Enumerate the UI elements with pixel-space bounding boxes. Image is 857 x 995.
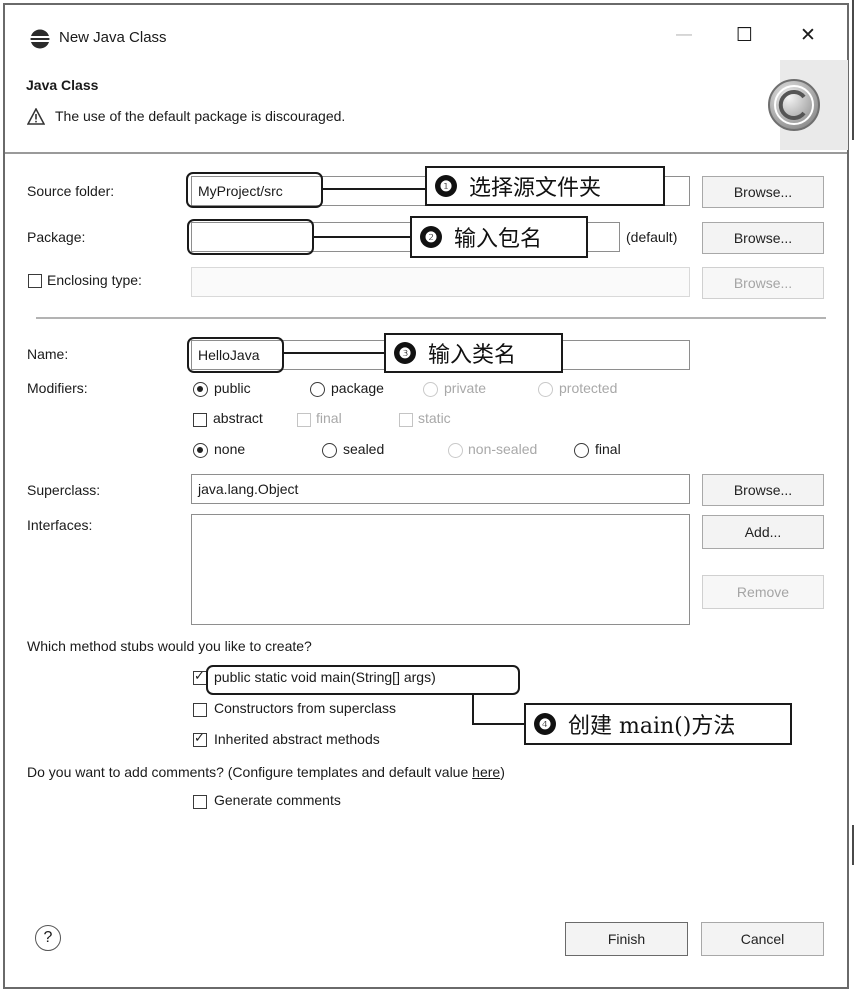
callout-number-2: ❷ [420, 226, 442, 248]
callout-enter-package: ❷ 输入包名 [410, 216, 588, 258]
static-label: static [418, 410, 451, 426]
superclass-value: java.lang.Object [198, 481, 299, 497]
public-label: public [214, 380, 251, 396]
protected-radio[interactable] [538, 382, 553, 397]
superclass-input[interactable]: java.lang.Object [191, 474, 690, 504]
callout-connector-4a [472, 695, 474, 725]
generate-comments-label: Generate comments [214, 792, 341, 808]
main-method-checkbox[interactable] [193, 668, 207, 685]
interfaces-label: Interfaces: [27, 517, 93, 533]
method-stubs-question: Which method stubs would you like to cre… [27, 638, 312, 654]
package-radio-label: package [331, 380, 384, 396]
eclipse-icon [30, 29, 50, 49]
warning-icon [27, 108, 45, 125]
superclass-label: Superclass: [27, 482, 101, 498]
callout-connector-1 [323, 188, 426, 190]
sealed-radio[interactable] [322, 443, 337, 458]
constructors-checkbox[interactable] [193, 703, 207, 717]
callout-number-3: ❸ [394, 342, 416, 364]
source-folder-label: Source folder: [27, 183, 115, 199]
name-highlight [187, 337, 284, 373]
private-label: private [444, 380, 487, 396]
final-checkbox[interactable] [297, 413, 311, 427]
main-method-highlight [206, 665, 520, 695]
non-sealed-radio[interactable] [448, 443, 463, 458]
package-label: Package: [27, 229, 86, 245]
configure-templates-link[interactable]: here [472, 764, 500, 780]
callout-text-1: 选择源文件夹 [469, 176, 602, 201]
page-title: Java Class [26, 77, 99, 93]
header-divider [5, 152, 847, 154]
none-radio[interactable] [193, 443, 208, 458]
callout-text-4: 创建 main()方法 [568, 714, 736, 739]
inherited-methods-label: Inherited abstract methods [214, 731, 380, 747]
callout-text-3: 输入类名 [428, 343, 517, 368]
name-label: Name: [27, 346, 69, 362]
package-radio[interactable] [310, 382, 325, 397]
sealed-label: sealed [343, 441, 385, 457]
cancel-button[interactable]: Cancel [701, 922, 824, 956]
enclosing-type-input[interactable] [191, 267, 690, 297]
inherited-methods-checkbox[interactable] [193, 730, 207, 747]
interfaces-list[interactable] [191, 514, 690, 625]
add-interface-button[interactable]: Add... [702, 515, 824, 549]
package-default-hint: (default) [626, 229, 678, 245]
finish-button[interactable]: Finish [565, 922, 688, 956]
callout-select-source-folder: ❶ 选择源文件夹 [425, 166, 665, 206]
section-divider [36, 317, 826, 319]
package-highlight [187, 219, 314, 255]
warning-message: The use of the default package is discou… [55, 108, 346, 124]
remove-interface-button[interactable]: Remove [702, 575, 824, 609]
package-browse-button[interactable]: Browse... [702, 222, 824, 254]
comments-question: Do you want to add comments? (Configure … [27, 764, 505, 780]
protected-label: protected [559, 380, 618, 396]
callout-number-4: ❹ [534, 713, 556, 735]
close-button[interactable]: ✕ [800, 24, 816, 47]
none-label: none [214, 441, 246, 457]
minimize-button[interactable]: — [676, 26, 692, 44]
callout-enter-class-name: ❸ 输入类名 [384, 333, 563, 373]
modifiers-label: Modifiers: [27, 380, 88, 396]
source-folder-browse-button[interactable]: Browse... [702, 176, 824, 208]
callout-number-1: ❶ [435, 175, 457, 197]
public-radio[interactable] [193, 382, 208, 397]
generate-comments-checkbox[interactable] [193, 795, 207, 809]
enclosing-type-browse-button[interactable]: Browse... [702, 267, 824, 299]
help-icon[interactable]: ? [35, 925, 61, 951]
abstract-label: abstract [213, 410, 263, 426]
constructors-label: Constructors from superclass [214, 700, 397, 716]
final-label: final [316, 410, 342, 426]
abstract-checkbox[interactable] [193, 413, 207, 427]
maximize-button[interactable]: ☐ [736, 24, 753, 47]
window-title: New Java Class [59, 29, 167, 46]
enclosing-type-label: Enclosing type: [47, 272, 142, 288]
source-folder-highlight [186, 172, 323, 208]
static-checkbox[interactable] [399, 413, 413, 427]
callout-connector-2 [314, 236, 411, 238]
callout-text-2: 输入包名 [454, 227, 543, 252]
final-sealing-radio[interactable] [574, 443, 589, 458]
comments-close-paren: ) [500, 764, 505, 780]
non-sealed-label: non-sealed [468, 441, 538, 457]
comments-question-text: Do you want to add comments? (Configure … [27, 764, 473, 780]
superclass-browse-button[interactable]: Browse... [702, 474, 824, 506]
callout-create-main-method: ❹ 创建 main()方法 [524, 703, 792, 745]
enclosing-type-checkbox[interactable] [28, 274, 42, 288]
callout-connector-3 [284, 352, 385, 354]
final-sealing-label: final [595, 441, 621, 457]
private-radio[interactable] [423, 382, 438, 397]
java-class-banner-icon [768, 60, 848, 150]
callout-connector-4b [472, 723, 525, 725]
